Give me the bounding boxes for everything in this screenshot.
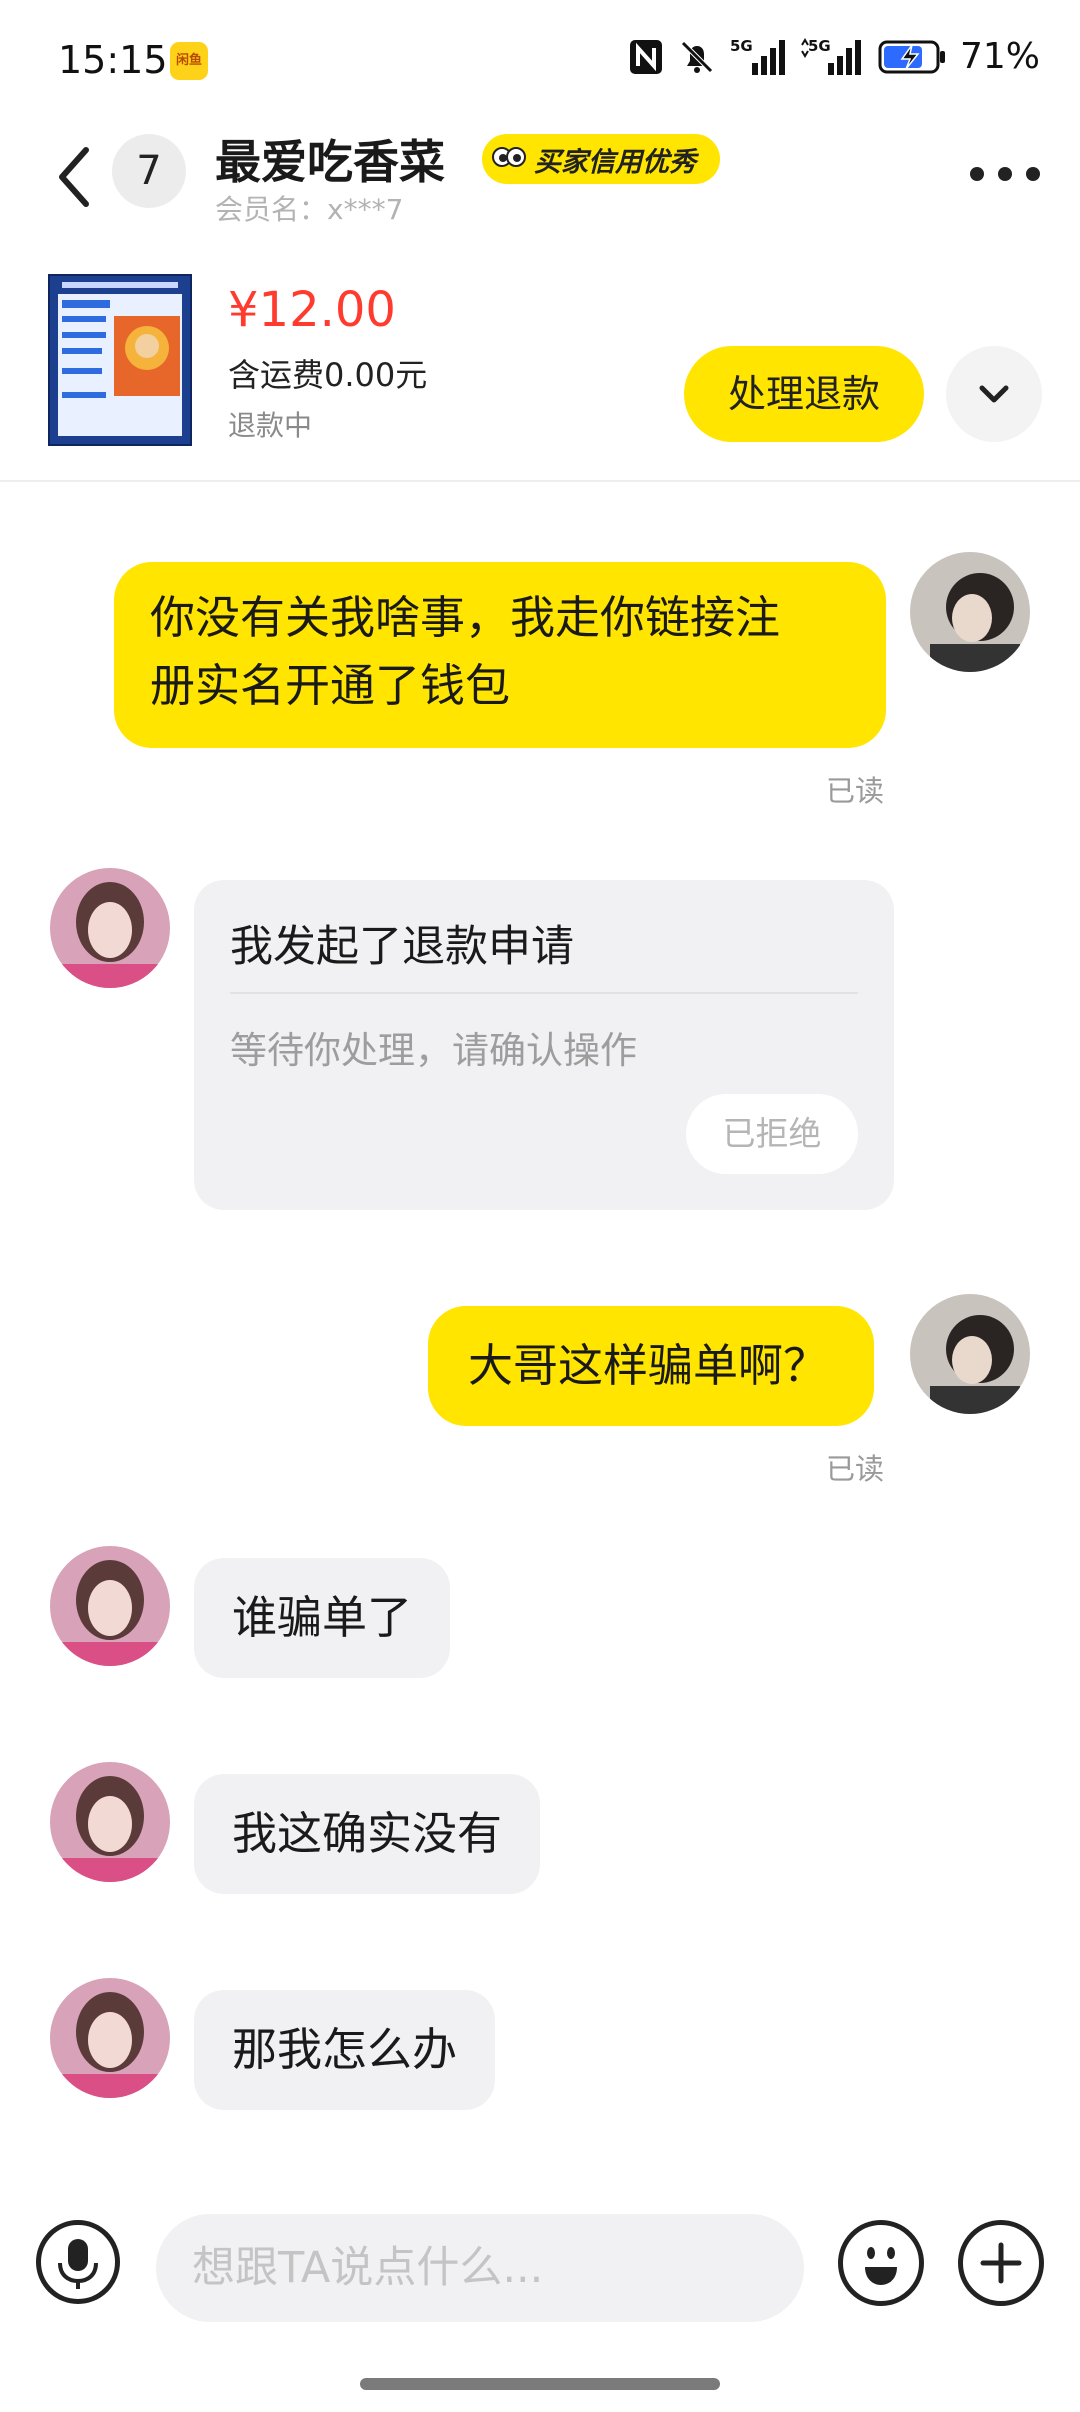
contact-avatar[interactable] [50,1978,170,2098]
product-price: ¥12.00 [228,282,396,338]
xianyu-app-icon: 闲鱼 [170,42,208,80]
message-bubble-sent[interactable]: 大哥这样骗单啊？ [428,1306,875,1426]
unread-count-badge[interactable]: 7 [112,134,186,208]
status-icons: 5G 5G 71% [628,36,1040,77]
svg-text:5G: 5G [808,37,831,55]
message-text-line: 你没有关我啥事，我走你链接注 [150,591,781,644]
microphone-button[interactable] [36,2220,120,2304]
battery-charging-icon [878,40,945,73]
product-thumbnail[interactable] [48,274,192,446]
avatar-image [50,868,170,988]
battery-percent: 71% [959,36,1040,77]
process-refund-button[interactable]: 处理退款 [684,346,924,442]
read-receipt: 已读 [826,774,885,808]
input-bar: 想跟TA说点什么... [0,2200,1080,2340]
refund-request-card[interactable]: 我发起了退款申请 等待你处理，请确认操作 已拒绝 [194,880,894,1210]
plus-icon [980,2242,1022,2284]
nfc-icon [629,39,662,74]
svg-text:5G: 5G [730,37,753,55]
emoji-icon [865,2247,897,2285]
contact-nickname[interactable]: 最爱吃香菜 [215,126,445,192]
add-attachment-button[interactable] [958,2220,1044,2306]
message-text-line: 册实名开通了钱包 [150,659,511,712]
message-input[interactable]: 想跟TA说点什么... [156,2214,804,2322]
credit-badge-label: 买家信用优秀 [534,146,696,178]
chevron-down-icon[interactable] [946,346,1042,442]
message-bubble-received[interactable]: 那我怎么办 [194,1990,496,2110]
refund-card-title: 我发起了退款申请 [230,922,574,972]
emoji-button[interactable] [838,2220,924,2306]
avatar-image [50,1978,170,2098]
status-bar: 15:15 闲鱼 5G 5G 71% [0,0,1080,120]
avatar-image [910,1294,1030,1414]
avatar-image [50,1546,170,1666]
contact-avatar[interactable] [50,1546,170,1666]
read-receipt: 已读 [826,1452,885,1486]
message-bubble-sent[interactable]: 你没有关我啥事，我走你链接注 册实名开通了钱包 [114,562,886,748]
chat-header: 7 最爱吃香菜 买家信用优秀 会员名：x***7 [0,120,1080,260]
microphone-icon [58,2239,98,2289]
my-avatar[interactable] [910,1294,1030,1414]
member-name: 会员名：x***7 [215,193,404,226]
avatar-image [910,552,1030,672]
credit-face-icon [492,147,526,167]
back-icon[interactable] [50,142,98,212]
message-bubble-received[interactable]: 谁骗单了 [194,1558,451,1678]
status-time: 15:15 [58,38,168,82]
more-options-icon[interactable] [970,162,1040,186]
avatar-image [50,1762,170,1882]
credit-badge[interactable]: 买家信用优秀 [482,134,720,184]
bell-muted-icon [681,40,713,73]
divider [230,992,858,994]
my-avatar[interactable] [910,552,1030,672]
5g-signal-icon: 5G [730,37,785,75]
refund-card-subtitle: 等待你处理，请确认操作 [230,1029,637,1072]
contact-avatar[interactable] [50,1762,170,1882]
refused-button[interactable]: 已拒绝 [686,1094,858,1174]
order-status: 退款中 [228,409,313,442]
shipping-fee: 含运费0.00元 [228,356,428,394]
contact-avatar[interactable] [50,868,170,988]
5g-signal-icon: 5G [801,37,861,75]
message-bubble-received[interactable]: 我这确实没有 [194,1774,541,1894]
home-indicator[interactable] [360,2378,720,2390]
product-card[interactable]: ¥12.00 含运费0.00元 退款中 处理退款 [0,262,1080,482]
